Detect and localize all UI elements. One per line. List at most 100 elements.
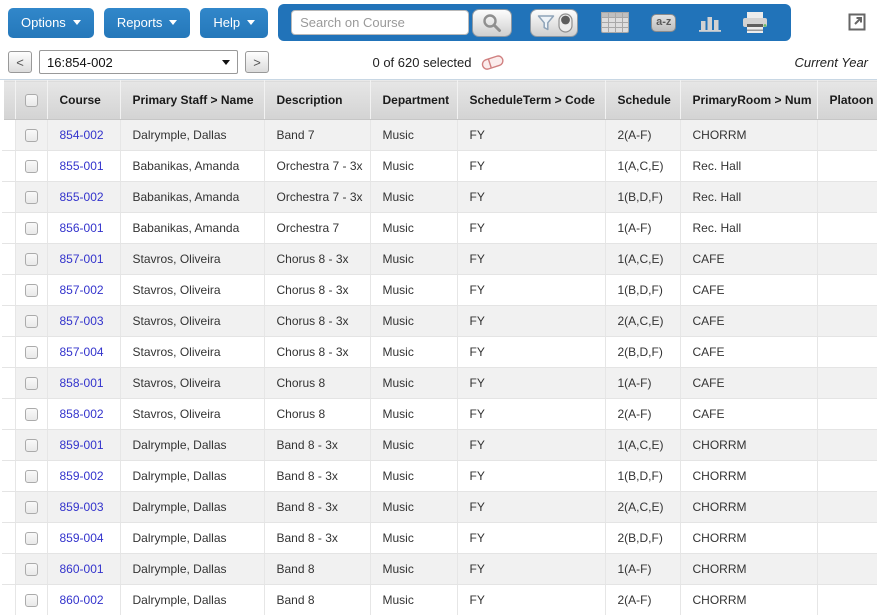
row-checkbox[interactable]	[25, 129, 38, 142]
row-checkbox[interactable]	[25, 408, 38, 421]
column-header[interactable]: Description	[264, 81, 370, 120]
eraser-icon[interactable]	[480, 53, 505, 71]
platoon-cell	[817, 151, 877, 182]
row-checkbox[interactable]	[25, 346, 38, 359]
room-cell: CAFE	[680, 306, 817, 337]
column-header[interactable]: Schedule	[605, 81, 680, 120]
platoon-cell	[817, 399, 877, 430]
course-link[interactable]: 857-003	[60, 314, 104, 328]
row-checkbox[interactable]	[25, 532, 38, 545]
row-checkbox[interactable]	[25, 284, 38, 297]
search-input[interactable]	[291, 10, 469, 35]
course-link[interactable]: 857-004	[60, 345, 104, 359]
row-checkbox[interactable]	[25, 160, 38, 173]
platoon-cell	[817, 368, 877, 399]
course-link[interactable]: 858-002	[60, 407, 104, 421]
schedule-cell: 1(B,D,F)	[605, 461, 680, 492]
description-cell: Chorus 8 - 3x	[264, 337, 370, 368]
header-row: CoursePrimary Staff > NameDescriptionDep…	[2, 81, 877, 120]
print-icon[interactable]	[742, 12, 768, 34]
table-view-icon[interactable]	[601, 12, 629, 33]
course-link[interactable]: 858-001	[60, 376, 104, 390]
department-cell: Music	[370, 492, 457, 523]
description-cell: Chorus 8 - 3x	[264, 306, 370, 337]
room-cell: CAFE	[680, 399, 817, 430]
schedule-term-cell: FY	[457, 430, 605, 461]
row-checkbox[interactable]	[25, 315, 38, 328]
schedule-term-cell: FY	[457, 151, 605, 182]
platoon-cell	[817, 120, 877, 151]
table-row: 857-004 Stavros, Oliveira Chorus 8 - 3x …	[2, 337, 877, 368]
row-checkbox[interactable]	[25, 501, 38, 514]
department-cell: Music	[370, 523, 457, 554]
course-link[interactable]: 859-003	[60, 500, 104, 514]
department-cell: Music	[370, 151, 457, 182]
staff-cell: Dalrymple, Dallas	[120, 585, 264, 615]
room-cell: CHORRM	[680, 585, 817, 615]
next-record-button[interactable]: >	[245, 51, 269, 73]
room-cell: CHORRM	[680, 430, 817, 461]
row-checkbox[interactable]	[25, 439, 38, 452]
row-gutter	[2, 399, 15, 430]
course-link[interactable]: 857-002	[60, 283, 104, 297]
course-link[interactable]: 859-004	[60, 531, 104, 545]
row-checkbox[interactable]	[25, 563, 38, 576]
chevron-down-icon	[169, 20, 177, 25]
platoon-cell	[817, 554, 877, 585]
row-checkbox-cell	[15, 151, 47, 182]
column-header[interactable]: ScheduleTerm > Code	[457, 81, 605, 120]
row-gutter	[2, 337, 15, 368]
chart-icon[interactable]	[699, 13, 721, 33]
description-cell: Band 7	[264, 120, 370, 151]
course-link[interactable]: 854-002	[60, 128, 104, 142]
help-menu-button[interactable]: Help	[200, 8, 268, 38]
staff-cell: Stavros, Oliveira	[120, 399, 264, 430]
chevron-down-icon	[247, 20, 255, 25]
reports-menu-button[interactable]: Reports	[104, 8, 191, 38]
row-checkbox[interactable]	[25, 222, 38, 235]
prev-record-button[interactable]: <	[8, 51, 32, 73]
options-menu-button[interactable]: Options	[8, 8, 94, 38]
column-header[interactable]: Primary Staff > Name	[120, 81, 264, 120]
course-link[interactable]: 859-001	[60, 438, 104, 452]
course-link[interactable]: 855-001	[60, 159, 104, 173]
schedule-cell: 1(B,D,F)	[605, 182, 680, 213]
column-header[interactable]: Department	[370, 81, 457, 120]
row-gutter	[2, 585, 15, 615]
staff-cell: Babanikas, Amanda	[120, 213, 264, 244]
row-checkbox[interactable]	[25, 377, 38, 390]
column-header[interactable]: Platoon	[817, 81, 877, 120]
course-link[interactable]: 855-002	[60, 190, 104, 204]
row-checkbox[interactable]	[25, 253, 38, 266]
row-gutter	[2, 492, 15, 523]
row-checkbox[interactable]	[25, 470, 38, 483]
course-cell: 858-002	[47, 399, 120, 430]
staff-cell: Dalrymple, Dallas	[120, 430, 264, 461]
external-link-icon[interactable]	[848, 13, 866, 31]
course-link[interactable]: 856-001	[60, 221, 104, 235]
course-link[interactable]: 857-001	[60, 252, 104, 266]
record-selector-dropdown[interactable]: 16:854-002	[39, 50, 238, 74]
schedule-cell: 1(A,C,E)	[605, 430, 680, 461]
sort-az-icon[interactable]: a-z	[651, 14, 676, 32]
course-cell: 860-001	[47, 554, 120, 585]
row-checkbox[interactable]	[25, 191, 38, 204]
select-all-checkbox[interactable]	[25, 94, 38, 107]
row-checkbox[interactable]	[25, 594, 38, 607]
course-cell: 857-002	[47, 275, 120, 306]
column-header[interactable]: Course	[47, 81, 120, 120]
staff-cell: Dalrymple, Dallas	[120, 120, 264, 151]
course-link[interactable]: 860-001	[60, 562, 104, 576]
course-cell: 857-004	[47, 337, 120, 368]
column-header[interactable]: PrimaryRoom > Num	[680, 81, 817, 120]
course-link[interactable]: 859-002	[60, 469, 104, 483]
row-gutter	[2, 275, 15, 306]
course-link[interactable]: 860-002	[60, 593, 104, 607]
table-row: 854-002 Dalrymple, Dallas Band 7 Music F…	[2, 120, 877, 151]
options-menu-label: Options	[21, 15, 66, 30]
staff-cell: Dalrymple, Dallas	[120, 492, 264, 523]
table-row: 858-002 Stavros, Oliveira Chorus 8 Music…	[2, 399, 877, 430]
room-cell: Rec. Hall	[680, 182, 817, 213]
search-button[interactable]	[472, 9, 512, 37]
filter-button[interactable]	[530, 9, 578, 37]
